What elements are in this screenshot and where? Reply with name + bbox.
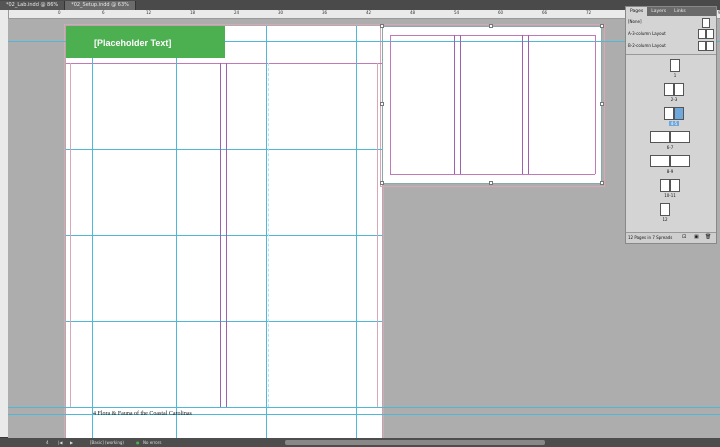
master-a-thumb-right [706,29,714,39]
column-guide [454,35,455,174]
master-status[interactable]: [Basic] (working) [90,439,124,446]
preflight-status-icon: ● [136,440,140,445]
guide-horizontal[interactable] [66,321,382,322]
column-guide [522,35,523,174]
page-label-12: 12 [662,217,668,222]
tab-layers[interactable]: Layers [647,7,670,16]
guide-vertical[interactable] [176,26,177,438]
page-number-field[interactable]: 4 [46,439,49,446]
page-thumb-9[interactable] [670,155,690,167]
document-tab-setup[interactable]: *02_Setup.indd @ 63% [65,1,136,10]
page-thumb-1[interactable] [670,59,680,72]
next-page-icon[interactable]: ▶ [70,439,73,446]
page-label-8-9: 8-9 [666,169,674,174]
selection-handle[interactable] [380,102,384,106]
document-tabs: *02_Lab.indd @ 86% *02_Setup.indd @ 63% [0,0,720,10]
master-none-thumb [702,18,710,28]
ruler-tick-label: 60 [498,10,504,15]
column-guide [226,63,227,407]
pages-panel: Pages Layers Links [None] A-3-column Lay… [625,6,717,244]
column-guide-dashed [268,63,269,407]
page-thumb-12[interactable] [660,203,670,216]
guide-horizontal[interactable] [66,235,382,236]
margin-guide-top [390,35,595,36]
ruler-tick-label: 42 [366,10,372,15]
pasteboard[interactable]: [Placeholder Text] 4 Flora & Fauna of th… [8,19,720,438]
guide-vertical[interactable] [92,26,93,438]
master-b-thumb-right [706,41,714,51]
selection-handle[interactable] [600,181,604,185]
selection-handle[interactable] [489,24,493,28]
ruler-tick-label: 0 [58,10,61,15]
page-thumb-8[interactable] [650,155,670,167]
ruler-tick-label: 48 [410,10,416,15]
ruler-tick-label: 36 [322,10,328,15]
horizontal-scrollbar[interactable] [285,440,545,445]
page-thumb-3[interactable] [674,83,684,96]
margin-guide-bottom [390,174,595,175]
page-thumb-2[interactable] [664,83,674,96]
horizontal-ruler[interactable]: 061218243036424854606672788490 [8,10,720,19]
page-thumb-6[interactable] [650,131,670,143]
preflight-status[interactable]: No errors [143,439,161,446]
page-label-10-11: 10-11 [664,193,676,198]
master-none[interactable]: [None] [628,19,642,24]
bleed-frame [64,24,384,438]
guide-horizontal[interactable] [66,149,382,150]
selected-text-frame[interactable] [382,26,602,184]
master-a-thumb-left [698,29,706,39]
page-thumb-11[interactable] [670,179,680,192]
tab-pages[interactable]: Pages [626,7,648,16]
margin-guide-left [390,35,391,174]
panel-divider[interactable] [626,54,716,55]
placeholder-header-frame[interactable]: [Placeholder Text] [66,26,225,58]
master-b-thumb-left [698,41,706,51]
page-thumb-7[interactable] [670,131,690,143]
page-size-icon[interactable]: ⊡ [682,234,686,240]
margin-guide-left [70,63,71,407]
page-thumb-5[interactable] [674,107,684,120]
page-label-4-5: 4-5 [669,121,679,126]
ruler-tick-label: 6 [102,10,105,15]
selection-handle[interactable] [600,24,604,28]
selection-handle[interactable] [380,24,384,28]
pages-panel-footer: 12 Pages in 7 Spreads ⊡ ▣ 🗑 [626,232,716,243]
page-label-6-7: 6-7 [666,145,674,150]
page-thumb-4[interactable] [664,107,674,120]
guide-vertical[interactable] [356,26,357,438]
column-guide [460,35,461,174]
new-page-icon[interactable]: ▣ [694,234,699,240]
guide-horizontal[interactable] [8,407,720,408]
panel-tabs: Pages Layers Links [626,7,716,16]
ruler-tick-label: 24 [234,10,240,15]
running-footer[interactable]: 4 Flora & Fauna of the Coastal Carolinas [93,411,192,417]
column-guide [220,63,221,407]
first-page-icon[interactable]: |◀ [58,439,62,446]
ruler-tick-label: 54 [454,10,460,15]
margin-guide-right [595,35,596,174]
ruler-tick-label: 72 [586,10,592,15]
page-label-1: 1 [673,73,677,78]
ruler-tick-label: 30 [278,10,284,15]
margin-guide-right [377,63,378,407]
selection-handle[interactable] [489,181,493,185]
selection-handle[interactable] [600,102,604,106]
master-b[interactable]: B-2-column Layout [628,43,666,48]
tab-links[interactable]: Links [670,7,690,16]
ruler-tick-label: 18 [190,10,196,15]
pages-count: 12 Pages in 7 Spreads [628,235,673,240]
page-thumb-10[interactable] [660,179,670,192]
column-guide [528,35,529,174]
guide-vertical[interactable] [266,26,267,438]
ruler-tick-label: 66 [542,10,548,15]
page-label-2-3: 2-3 [670,97,678,102]
master-a[interactable]: A-3-column Layout [628,31,666,36]
ruler-tick-label: 12 [146,10,152,15]
trash-icon[interactable]: 🗑 [705,234,711,240]
guide-horizontal[interactable] [66,63,382,64]
selection-handle[interactable] [380,181,384,185]
document-tab-lab[interactable]: *02_Lab.indd @ 86% [0,1,66,10]
